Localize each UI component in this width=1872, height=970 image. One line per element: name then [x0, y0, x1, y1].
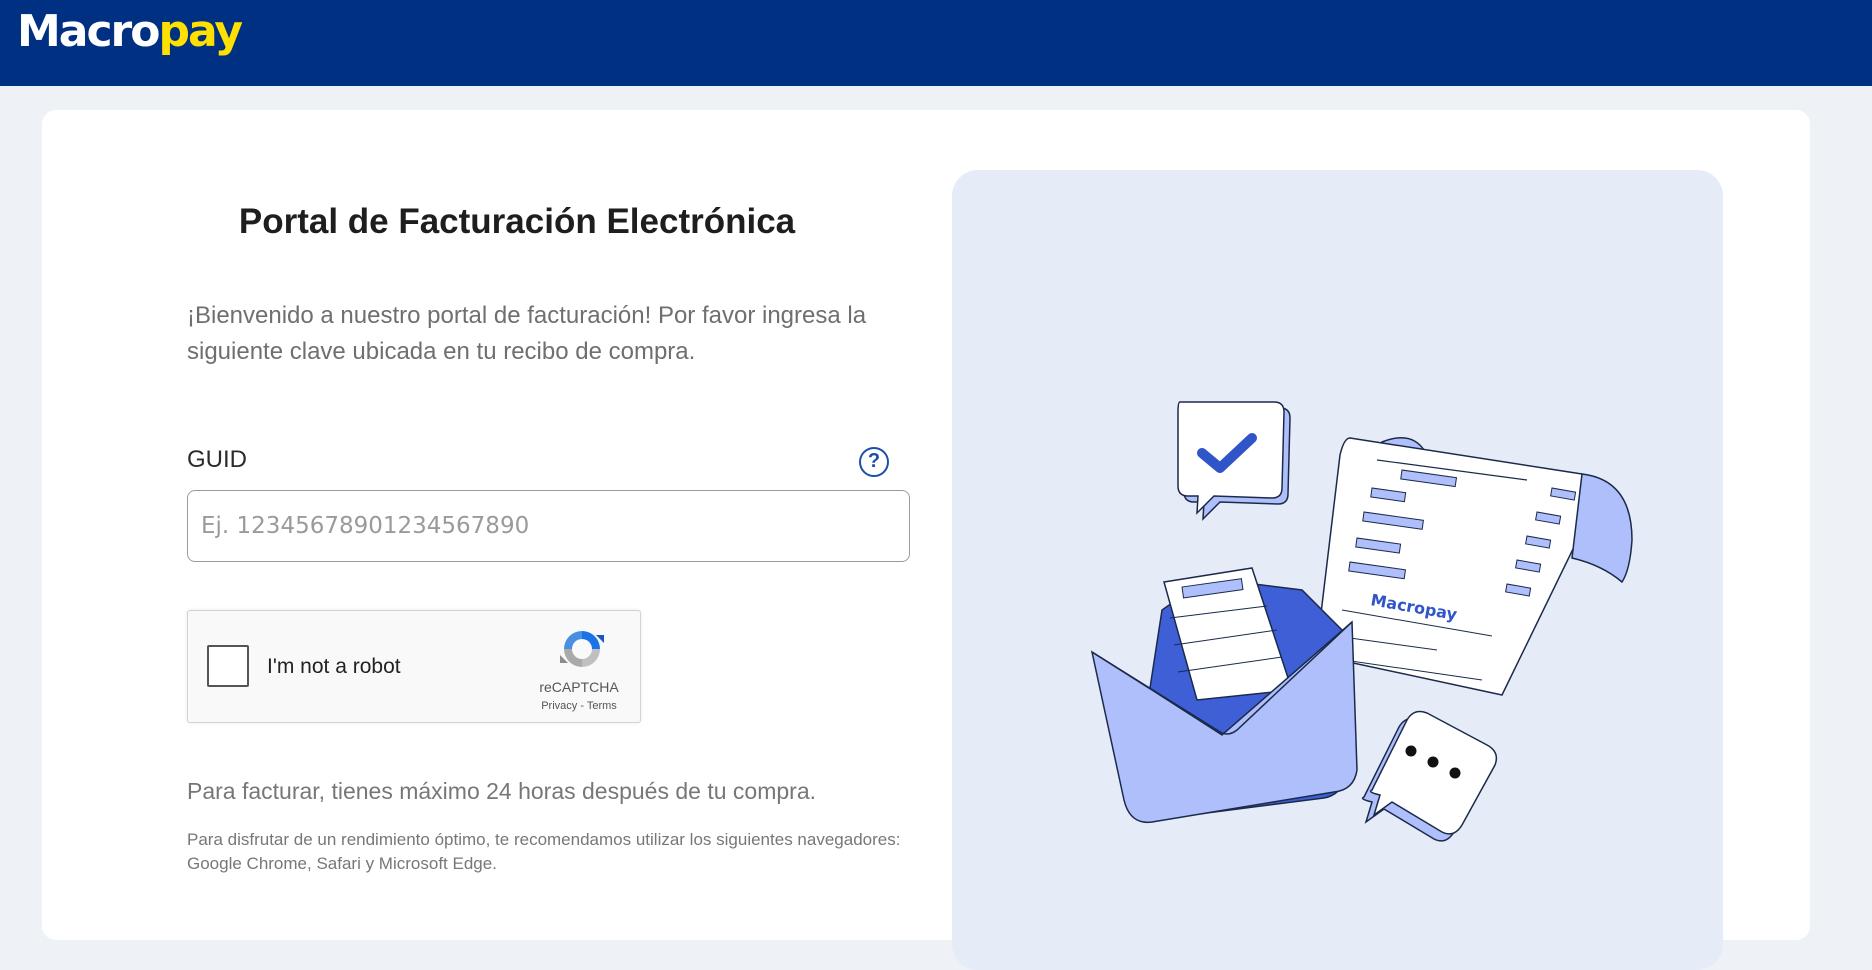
- recaptcha-privacy-link[interactable]: Privacy: [541, 700, 577, 712]
- browser-note: Para disfrutar de un rendimiento óptimo,…: [187, 830, 901, 873]
- page-title: Portal de Facturación Electrónica: [238, 202, 796, 241]
- recaptcha-links: Privacy - Terms: [524, 700, 634, 712]
- help-circle-icon[interactable]: ?: [859, 447, 889, 477]
- ellipsis-bubble: [1361, 710, 1498, 842]
- recaptcha-separator: -: [577, 700, 587, 712]
- checkmark-bubble: [1177, 401, 1291, 521]
- ellipsis-icon: [1405, 745, 1417, 757]
- logo-pay-text: pay: [158, 6, 244, 57]
- recaptcha-logo-icon: [560, 631, 604, 667]
- macropay-logo[interactable]: Macropay: [17, 4, 244, 68]
- recaptcha-label: I'm not a robot: [267, 655, 401, 678]
- recaptcha-brand: reCAPTCHA: [539, 679, 619, 695]
- logo-macro-text: Macro: [17, 6, 160, 57]
- billing-illustration: Macropay: [1090, 401, 1633, 842]
- recaptcha-terms-link[interactable]: Terms: [587, 700, 617, 712]
- top-header: Macropay: [0, 0, 1872, 86]
- deadline-note: Para facturar, tienes máximo 24 horas de…: [187, 778, 816, 804]
- guid-input[interactable]: [187, 490, 910, 562]
- receipt-icon: Macropay: [1315, 437, 1633, 696]
- recaptcha-widget: I'm not a robot reCAPTCHA Privacy - Term…: [187, 610, 641, 723]
- envelope-icon: [1090, 567, 1358, 824]
- main-card: Portal de Facturación Electrónica ¡Bienv…: [42, 110, 1810, 970]
- recaptcha-checkbox[interactable]: [207, 645, 249, 687]
- intro-text: ¡Bienvenido a nuestro portal de facturac…: [187, 302, 867, 365]
- illustration-panel: Macropay: [952, 170, 1723, 970]
- guid-label: GUID: [187, 446, 247, 473]
